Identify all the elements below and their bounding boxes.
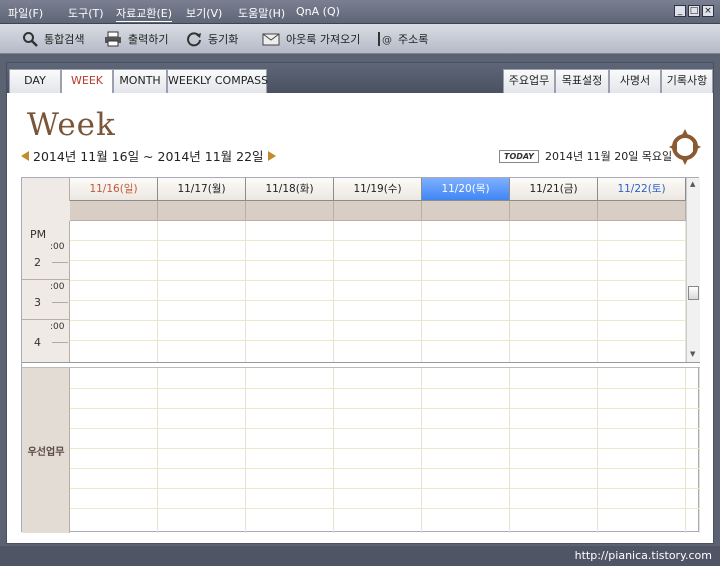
grid-line [70, 488, 700, 489]
week-view: Week 2014년 11월 16일 ~ 2014년 11월 22일 TODAY… [7, 93, 713, 543]
grid-line [70, 428, 700, 429]
print-button[interactable]: 출력하기 [104, 30, 168, 48]
day-header-thursday[interactable]: 11/20(목) [422, 178, 510, 201]
week-range-text: 2014년 11월 16일 ~ 2014년 11월 22일 [33, 149, 264, 164]
menu-file[interactable]: 파일(F) [8, 5, 43, 21]
priority-tasks-label: 우선업무 [27, 447, 65, 458]
all-day-cell[interactable] [246, 201, 334, 221]
outlook-import-button[interactable]: 아웃룩 가져오기 [262, 30, 360, 48]
hour-tick [52, 342, 68, 343]
main-frame: DAY WEEK MONTH WEEKLY COMPASS 주요업무 목표설정 … [6, 62, 714, 544]
hour-minute: :00 [50, 242, 65, 252]
time-scrollbar[interactable]: ▲ ▼ [686, 178, 700, 362]
hour-tick [52, 302, 68, 303]
day-header-friday[interactable]: 11/21(금) [510, 178, 598, 201]
hour-label: :00 4 [22, 320, 70, 362]
grid-line [70, 300, 686, 301]
day-header-sunday[interactable]: 11/16(일) [70, 178, 158, 201]
address-book-button[interactable]: @ 주소록 [376, 30, 428, 48]
tab-week[interactable]: WEEK [61, 69, 113, 93]
tab-goal-setting[interactable]: 목표설정 [555, 69, 609, 93]
tab-mission-statement[interactable]: 사명서 [609, 69, 661, 93]
today-indicator[interactable]: TODAY 2014년 11월 20일 목요일 [499, 148, 672, 164]
week-range: 2014년 11월 16일 ~ 2014년 11월 22일 [21, 146, 276, 165]
scroll-down-icon[interactable]: ▼ [690, 350, 695, 358]
hour-label: :00 3 [22, 280, 70, 320]
envelope-icon [262, 33, 280, 46]
next-week-arrow-icon[interactable] [267, 150, 276, 161]
window-controls: _ □ × [674, 5, 714, 17]
day-header-tuesday[interactable]: 11/18(화) [246, 178, 334, 201]
menu-help[interactable]: 도움말(H) [238, 5, 285, 21]
blog-url: http://pianica.tistory.com [574, 549, 712, 562]
integrated-search-button[interactable]: 통합검색 [22, 30, 84, 48]
minimize-button[interactable]: _ [674, 5, 686, 17]
hour-number: 3 [34, 296, 41, 309]
day-header-saturday[interactable]: 11/22(토) [598, 178, 686, 201]
status-bar: http://pianica.tistory.com [0, 546, 720, 566]
all-day-cell[interactable] [598, 201, 686, 221]
view-tabs: DAY WEEK MONTH WEEKLY COMPASS 주요업무 목표설정 … [7, 63, 713, 93]
grid-line [70, 240, 686, 241]
toolbar: 통합검색 출력하기 동기화 아웃룩 가져오기 @ 주소록 [0, 24, 720, 54]
menu-tools[interactable]: 도구(T) [68, 5, 104, 21]
maximize-button[interactable]: □ [688, 5, 700, 17]
priority-tasks-label-cell: 우선업무 [22, 368, 70, 533]
previous-week-arrow-icon[interactable] [21, 150, 29, 161]
hour-number: 2 [34, 256, 41, 269]
sync-label: 동기화 [208, 33, 239, 46]
outlook-import-label: 아웃룩 가져오기 [286, 33, 361, 46]
tab-major-tasks[interactable]: 주요업무 [503, 69, 555, 93]
week-grid: PM :00 2 :00 3 :00 4 11/16(일) 11/17(월) 1… [21, 177, 700, 533]
grid-line [70, 260, 686, 261]
svg-text:@: @ [382, 35, 392, 46]
grid-line [70, 280, 686, 281]
menu-bar: 파일(F) 도구(T) 자료교환(E) 보기(V) 도움말(H) QnA (Q)… [0, 0, 720, 24]
hour-tick [52, 262, 68, 263]
menu-view[interactable]: 보기(V) [186, 5, 222, 21]
address-book-label: 주소록 [398, 33, 429, 46]
today-badge[interactable]: TODAY [499, 149, 539, 163]
day-header-monday[interactable]: 11/17(월) [158, 178, 246, 201]
grid-line [70, 340, 686, 341]
gutter-spacer [22, 201, 70, 221]
today-date: 2014년 11월 20일 목요일 [544, 150, 673, 163]
integrated-search-label: 통합검색 [44, 33, 85, 46]
sync-icon [187, 32, 201, 47]
menu-qna[interactable]: QnA (Q) [296, 5, 340, 18]
grid-line [70, 320, 686, 321]
scroll-thumb[interactable] [688, 286, 699, 300]
tab-day[interactable]: DAY [9, 69, 61, 93]
scroll-up-icon[interactable]: ▲ [690, 180, 695, 188]
all-day-cell[interactable] [422, 201, 510, 221]
grid-line [70, 448, 700, 449]
tab-weekly-compass[interactable]: WEEKLY COMPASS [167, 69, 268, 93]
all-day-cell[interactable] [510, 201, 598, 221]
hour-label: :00 2 [22, 240, 70, 280]
grid-line [70, 388, 700, 389]
grid-line [70, 508, 700, 509]
sync-button[interactable]: 동기화 [186, 30, 238, 48]
close-button[interactable]: × [702, 5, 714, 17]
day-header-wednesday[interactable]: 11/19(수) [334, 178, 422, 201]
hour-minute: :00 [50, 282, 65, 292]
printer-icon [105, 31, 121, 47]
hour-number: 4 [34, 336, 41, 349]
grid-line [70, 408, 700, 409]
magnifier-icon [23, 32, 38, 47]
tab-month[interactable]: MONTH [113, 69, 167, 93]
menu-data-exchange[interactable]: 자료교환(E) [116, 5, 173, 22]
tab-records[interactable]: 기록사항 [661, 69, 713, 93]
page-title: Week [27, 107, 116, 143]
all-day-cell[interactable] [158, 201, 246, 221]
grid-line [70, 468, 700, 469]
hour-minute: :00 [50, 322, 65, 332]
all-day-cell[interactable] [334, 201, 422, 221]
all-day-cell[interactable] [70, 201, 158, 221]
print-label: 출력하기 [128, 33, 169, 46]
compass-icon[interactable] [669, 127, 701, 165]
address-book-icon: @ [378, 32, 392, 46]
